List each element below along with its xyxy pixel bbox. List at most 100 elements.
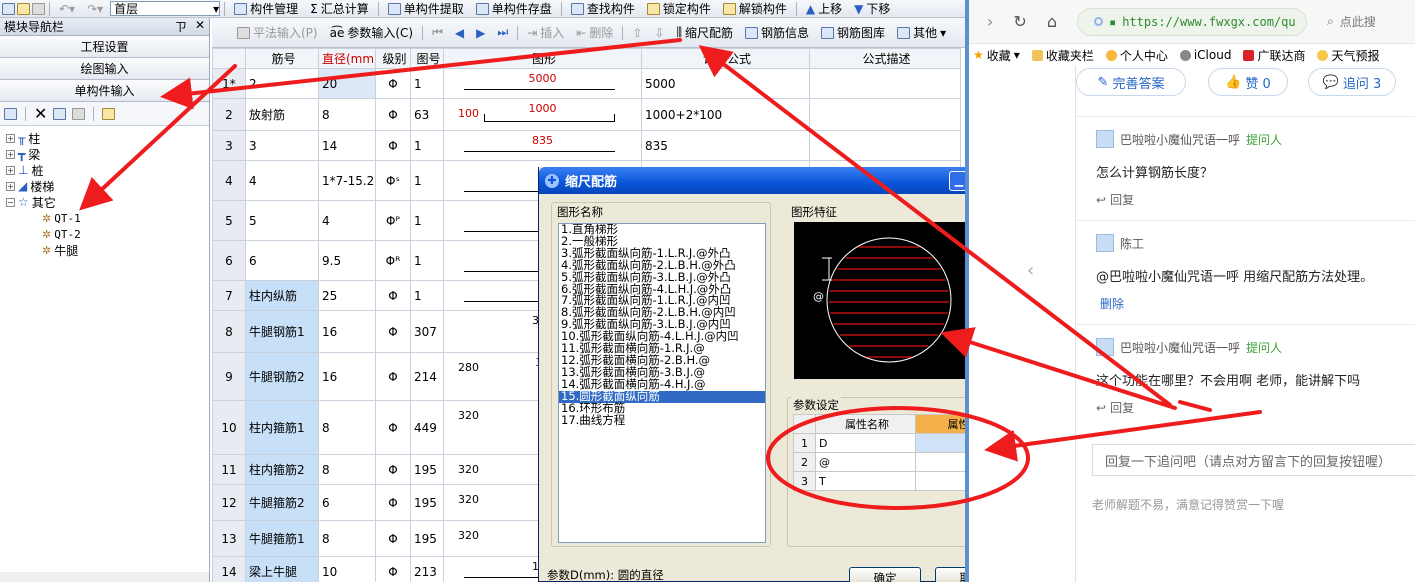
redo-icon[interactable]: ↷▾ [82,1,108,17]
shape-cell[interactable]: 5000 [443,68,642,99]
home-icon[interactable]: ⌂ [1047,12,1057,31]
row-number-cell[interactable]: 7 [212,280,246,311]
fig-no-cell[interactable]: 1 [410,68,444,99]
tree-node-pile[interactable]: + ⊥ 桩 [0,162,209,178]
extract-component-button[interactable]: 单构件提取 [383,1,469,17]
fig-no-cell[interactable]: 1 [410,160,444,201]
shape-list-item[interactable]: 17.曲线方程 [559,414,765,427]
formula-cell[interactable]: 1000+2*100 [641,98,810,131]
diameter-cell[interactable]: 10 [318,556,376,582]
next-icon[interactable]: ▶ [471,25,490,41]
flat-input-button[interactable]: 平法输入(P) [232,25,323,41]
row-number-cell[interactable]: 8 [212,310,246,353]
first-icon[interactable]: ⏮ [427,25,448,41]
comment-user[interactable]: 陈工 [1120,235,1144,252]
comment-user[interactable]: 巴啦啦小魔仙咒语一呼 [1120,131,1240,148]
nav-project-settings-button[interactable]: 工程设置 [0,36,209,58]
bar-name-cell[interactable]: 牛腿钢筋1 [245,310,319,353]
diameter-cell[interactable]: 25 [318,280,376,311]
grade-cell[interactable]: Φ [375,98,411,131]
save-component-button[interactable]: 单构件存盘 [471,1,557,17]
lock-component-button[interactable]: 锁定构件 [642,1,716,17]
bar-name-cell[interactable]: 4 [245,160,319,201]
unlock-component-button[interactable]: 解锁构件 [718,1,792,17]
grade-cell[interactable]: Φˢ [375,160,411,201]
fig-no-cell[interactable]: 63 [410,98,444,131]
bookmark-folder[interactable]: 收藏夹栏 [1031,47,1094,64]
grade-cell[interactable]: Φ [375,556,411,582]
param-row-number[interactable]: 1 [793,433,816,453]
ok-button[interactable]: 确定 [849,567,921,582]
delete-row-button[interactable]: ⇤ 删除 [571,25,618,41]
delete-icon[interactable]: ✕ [34,105,47,121]
fig-no-cell[interactable]: 307 [410,310,444,353]
formula-desc-cell[interactable] [809,130,961,161]
diameter-cell[interactable]: 8 [318,454,376,485]
fig-no-cell[interactable]: 1 [410,130,444,161]
bar-name-cell[interactable]: 2 [245,68,319,99]
fig-no-cell[interactable]: 1 [410,200,444,241]
diameter-cell[interactable]: 16 [318,310,376,353]
fig-no-cell[interactable]: 213 [410,556,444,582]
tree-leaf-corbel[interactable]: ✲ 牛腿 [0,242,209,258]
last-icon[interactable]: ⏭ [492,25,513,41]
grade-cell[interactable]: Φ [375,68,411,99]
follow-up-button[interactable]: 💬 追问 3 [1308,68,1396,96]
expand-icon[interactable]: + [6,165,15,175]
diameter-cell[interactable]: 8 [318,98,376,131]
bar-name-cell[interactable]: 3 [245,130,319,161]
undo-icon[interactable]: ↶▾ [54,1,80,17]
row-number-cell[interactable]: 1* [212,68,246,99]
formula-desc-cell[interactable] [809,68,961,99]
bar-name-cell[interactable]: 5 [245,200,319,241]
row-number-cell[interactable]: 14 [212,556,246,582]
expand-icon[interactable]: + [6,149,15,159]
formula-desc-cell[interactable] [809,98,961,131]
copy-icon[interactable] [53,107,67,120]
down-icon[interactable]: ⇩ [649,25,669,41]
bookmark-glodon[interactable]: 广联达商 [1243,47,1305,64]
fig-no-cell[interactable]: 195 [410,454,444,485]
diameter-cell[interactable]: 4 [318,200,376,241]
move-down-button[interactable]: ▼ 下移 [849,1,895,17]
tree-node-stairs[interactable]: + ◢ 楼梯 [0,178,209,194]
nav-drawing-input-button[interactable]: 绘图输入 [0,58,209,80]
comment-action[interactable]: 删除 [1096,295,1415,312]
fig-no-cell[interactable]: 195 [410,484,444,521]
grade-cell[interactable]: Φᴾ [375,200,411,241]
grade-cell[interactable]: Φ [375,484,411,521]
bar-name-cell[interactable]: 梁上牛腿 [245,556,319,582]
diameter-cell[interactable]: 6 [318,484,376,521]
paste-icon[interactable] [72,107,86,120]
row-number-cell[interactable]: 9 [212,352,246,401]
find-component-button[interactable]: 查找构件 [566,1,640,17]
bar-name-cell[interactable]: 6 [245,240,319,281]
list-icon[interactable] [4,107,17,120]
clipboard-icon[interactable] [102,107,116,120]
shapes-list[interactable]: 1.直角梯形 2.一般梯形 3.弧形截面纵向筋-1.L.R.J.@外凸 4.弧形截面纵… [558,223,766,543]
tree-node-column[interactable]: + ╥ 柱 [0,130,209,146]
pin-icon[interactable]: ㄗ [175,18,187,35]
component-manage-button[interactable]: 构件管理 [229,1,303,17]
grade-cell[interactable]: Φ [375,352,411,401]
improve-answer-button[interactable]: ✎ 完善答案 [1076,68,1186,96]
grade-cell[interactable]: Φ [375,520,411,557]
fig-no-cell[interactable]: 1 [410,280,444,311]
grade-cell[interactable]: Φ [375,280,411,311]
open-folder-icon[interactable] [17,2,30,15]
row-number-cell[interactable]: 5 [212,200,246,241]
grade-cell[interactable]: Φ [375,310,411,353]
diameter-cell[interactable]: 9.5 [318,240,376,281]
close-icon[interactable]: ✕ [195,18,205,35]
bookmark-icloud[interactable]: iCloud [1179,48,1231,62]
bar-name-cell[interactable]: 柱内纵筋 [245,280,319,311]
diameter-cell[interactable]: 14 [318,130,376,161]
param-row-number[interactable]: 2 [793,452,816,472]
expand-icon[interactable]: + [6,181,15,191]
summary-calc-button[interactable]: Σ 汇总计算 [305,1,374,17]
bookmark-personal[interactable]: 个人中心 [1105,47,1168,64]
grade-cell[interactable]: Φ [375,400,411,455]
param-name-cell[interactable]: T [815,471,916,491]
url-field[interactable]: ▪ https://www.fwxgx.com/qu [1076,7,1307,36]
other-button[interactable]: 其他 ▾ [892,25,951,41]
